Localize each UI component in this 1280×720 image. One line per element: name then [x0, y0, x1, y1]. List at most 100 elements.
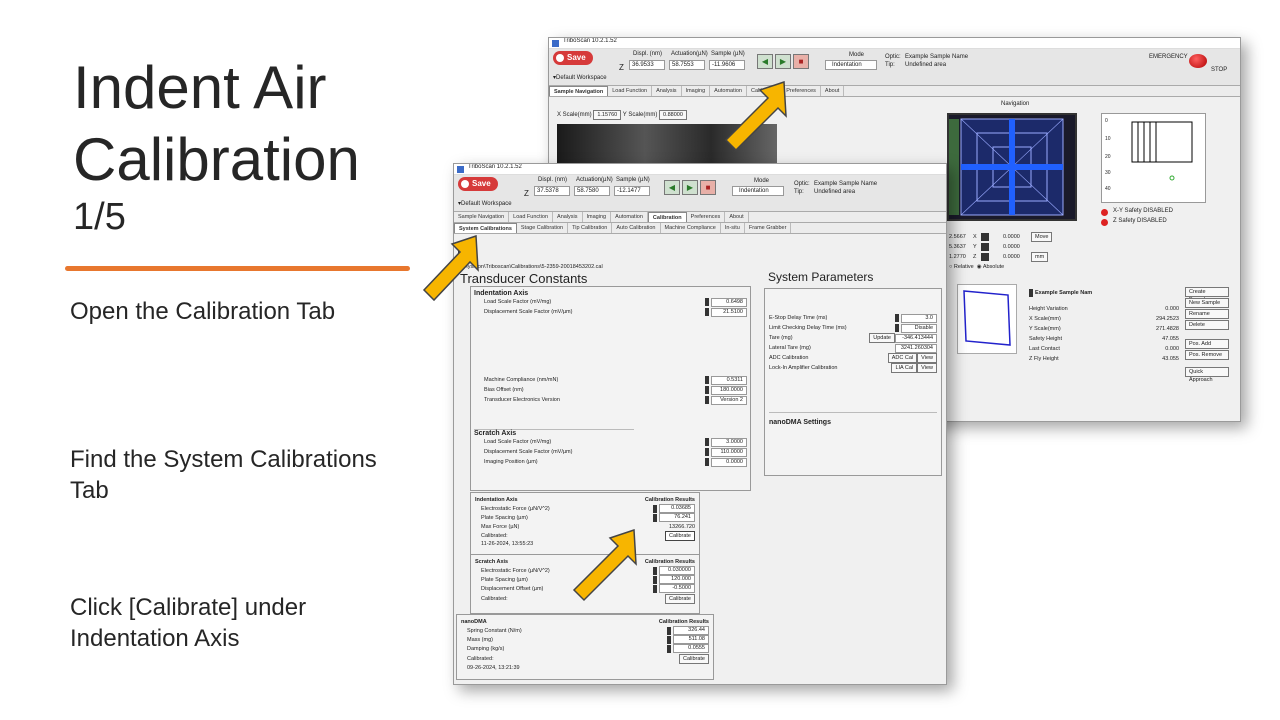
update-tare-button[interactable]: Update	[869, 333, 895, 343]
estop-delay-field[interactable]: 3.0	[901, 313, 937, 323]
z-jog-icon[interactable]	[981, 253, 989, 261]
stop-icon[interactable]: ■	[793, 54, 809, 69]
z-safety-indicator-icon	[1101, 219, 1108, 226]
relative-radio[interactable]: ○ Relative	[949, 264, 974, 270]
plate-spacing-field[interactable]: 76.241	[659, 513, 695, 522]
tab-sample-navigation[interactable]: Sample Navigation	[549, 86, 609, 96]
tab-analysis[interactable]: Analysis	[652, 86, 682, 96]
electronics-version-select[interactable]: Version 2	[711, 395, 747, 405]
rename-button[interactable]: Rename	[1185, 309, 1229, 319]
scratch-displacement-field[interactable]: 110.0000	[711, 447, 747, 457]
scratch-load-scale-field[interactable]: 3.0000	[711, 437, 747, 447]
scratch-calibrate-button[interactable]: Calibrate	[664, 594, 695, 604]
tab-calibration[interactable]: Calibration	[647, 212, 687, 222]
spinner-icon[interactable]	[667, 626, 671, 635]
spinner-icon[interactable]	[653, 513, 657, 522]
tab-stage-calibration[interactable]: Stage Calibration	[517, 223, 569, 233]
lia-cal-button[interactable]: LIA Cal	[891, 363, 918, 373]
y-jog-icon[interactable]	[981, 243, 989, 251]
damping-field[interactable]: 0.0555	[673, 644, 709, 653]
mode-select[interactable]: Indentation	[825, 60, 877, 70]
tab-machine-compliance[interactable]: Machine Compliance	[661, 223, 721, 233]
forward-arrow-icon[interactable]: ▶	[775, 54, 791, 69]
emergency-stop-icon[interactable]	[1189, 54, 1207, 68]
pos-remove-button[interactable]: Pos. Remove	[1185, 350, 1229, 360]
spinner-icon[interactable]	[705, 448, 709, 456]
indentation-calibrate-button[interactable]: Calibrate	[664, 530, 695, 541]
pos-add-button[interactable]: Pos. Add	[1185, 339, 1229, 349]
workspace-select[interactable]: ▾Default Workspace	[553, 74, 607, 81]
spinner-icon[interactable]	[705, 376, 709, 384]
sample-spin-icon[interactable]	[1029, 289, 1033, 297]
spinner-icon[interactable]	[705, 298, 709, 306]
quick-approach-button[interactable]: Quick Approach	[1185, 367, 1229, 383]
tab-sample-navigation[interactable]: Sample Navigation	[454, 212, 510, 222]
machine-compliance-field[interactable]: 0.5311	[711, 375, 747, 385]
sample-panel: Example Sample Nam Height Variation 0.000…	[1029, 288, 1179, 364]
delete-button[interactable]: Delete	[1185, 320, 1229, 330]
nanodma-calibrate-button[interactable]: Calibrate	[678, 653, 709, 664]
scratch-electrostatic-field[interactable]: 0.030000	[659, 566, 695, 575]
absolute-radio[interactable]: ◉ Absolute	[977, 264, 1004, 270]
spinner-icon[interactable]	[653, 584, 657, 593]
tab-tip-calibration[interactable]: Tip Calibration	[568, 223, 613, 233]
sample-value: -11.9606	[709, 60, 745, 70]
calibrated-label: Calibrated:	[467, 655, 494, 662]
new-sample-button[interactable]: New Sample	[1185, 298, 1229, 308]
spinner-icon[interactable]	[705, 458, 709, 466]
spring-constant-field[interactable]: 326.44	[673, 626, 709, 635]
displacement-scale-factor-field[interactable]: 21.5100	[711, 307, 747, 317]
navigation-map[interactable]	[947, 113, 1077, 221]
save-button[interactable]: Save	[458, 177, 498, 191]
back-arrow-icon[interactable]: ◀	[664, 180, 680, 195]
tab-imaging[interactable]: Imaging	[583, 212, 612, 222]
displacement-offset-field[interactable]: -0.5000	[659, 584, 695, 593]
stop-icon[interactable]: ■	[700, 180, 716, 195]
bias-offset-field[interactable]: 180.0000	[711, 385, 747, 395]
tab-about[interactable]: About	[725, 212, 749, 222]
tab-frame-grabber[interactable]: Frame Grabber	[745, 223, 792, 233]
spinner-icon[interactable]	[653, 575, 657, 584]
lia-view-button[interactable]: View	[917, 363, 937, 373]
load-scale-factor-field[interactable]: 0.6498	[711, 297, 747, 307]
yscale-field[interactable]: 0.88000	[659, 110, 687, 120]
save-button[interactable]: Save	[553, 51, 593, 65]
imaging-position-field[interactable]: 0.0000	[711, 457, 747, 467]
forward-arrow-icon[interactable]: ▶	[682, 180, 698, 195]
tab-auto-calibration[interactable]: Auto Calibration	[612, 223, 661, 233]
xy-safety-label: X-Y Safety DISABLED	[1113, 208, 1173, 214]
workspace-select[interactable]: ▾Default Workspace	[458, 200, 512, 207]
limit-check-delay-select[interactable]: Disable	[901, 323, 937, 333]
tab-analysis[interactable]: Analysis	[553, 212, 583, 222]
scratch-plate-spacing-field[interactable]: 120.000	[659, 575, 695, 584]
mode-select[interactable]: Indentation	[732, 186, 784, 196]
spinner-icon[interactable]	[705, 396, 709, 404]
spinner-icon[interactable]	[895, 314, 899, 322]
create-boundary-button[interactable]: Create Boundary	[1185, 287, 1229, 303]
tab-imaging[interactable]: Imaging	[682, 86, 711, 96]
electrostatic-force-field[interactable]: 0.03685	[659, 504, 695, 513]
tab-in-situ[interactable]: In-situ	[721, 223, 745, 233]
adc-cal-button[interactable]: ADC Cal	[887, 353, 918, 363]
sample-boundary-view[interactable]	[957, 284, 1017, 354]
tab-about[interactable]: About	[821, 86, 845, 96]
xscale-field[interactable]: 1.15760	[593, 110, 622, 120]
tab-load-function[interactable]: Load Function	[608, 86, 653, 96]
spinner-icon[interactable]	[653, 566, 657, 575]
spinner-icon[interactable]	[667, 644, 671, 653]
spinner-icon[interactable]	[667, 635, 671, 644]
tab-automation[interactable]: Automation	[611, 212, 648, 222]
spinner-icon[interactable]	[895, 324, 899, 332]
move-button[interactable]: Move	[1031, 232, 1053, 242]
spinner-icon[interactable]	[705, 386, 709, 394]
units-select[interactable]: mm	[1031, 252, 1049, 262]
tab-load-function[interactable]: Load Function	[509, 212, 554, 222]
spinner-icon[interactable]	[653, 504, 657, 513]
tab-preferences[interactable]: Preferences	[687, 212, 726, 222]
spinner-icon[interactable]	[705, 308, 709, 316]
back-arrow-icon[interactable]: ◀	[757, 54, 773, 69]
spinner-icon[interactable]	[705, 438, 709, 446]
adc-view-button[interactable]: View	[917, 353, 937, 363]
mass-field[interactable]: 511.08	[673, 635, 709, 644]
x-jog-icon[interactable]	[981, 233, 989, 241]
